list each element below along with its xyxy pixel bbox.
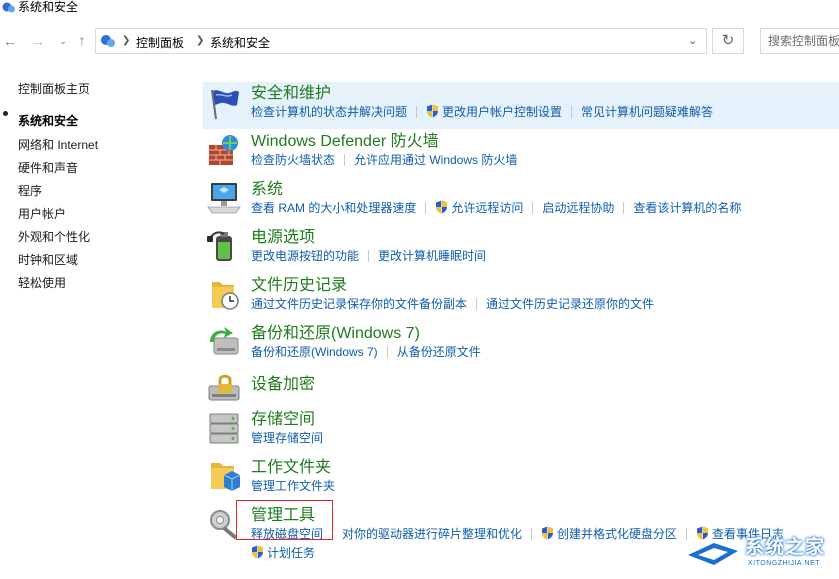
link-view-ram[interactable]: 查看 RAM 的大小和处理器速度 (251, 201, 416, 215)
sidebar-item-hardware-sound[interactable]: 硬件和声音 (18, 159, 78, 176)
control-panel-icon (101, 35, 115, 47)
link-manage-work-folders[interactable]: 管理工作文件夹 (251, 479, 335, 493)
sidebar-item-system-security[interactable]: 系统和安全 (18, 112, 78, 129)
category-title-device-encryption[interactable]: 设备加密 (251, 376, 315, 394)
recent-locations-chevron-icon[interactable]: ⌄ (57, 33, 69, 49)
encryption-icon (208, 374, 240, 401)
address-dropdown-chevron-icon[interactable]: ⌄ (688, 34, 697, 47)
sidebar-item-ease-of-access[interactable]: 轻松使用 (18, 274, 66, 291)
category-title-file-history[interactable]: 文件历史记录 (251, 277, 347, 295)
up-button[interactable]: ↑ (74, 32, 90, 48)
address-bar[interactable] (95, 28, 707, 54)
flag-icon (211, 89, 239, 120)
link-restore-files[interactable]: 通过文件历史记录还原你的文件 (486, 297, 654, 311)
category-title-work-folders[interactable]: 工作文件夹 (251, 459, 331, 477)
category-links-admin-tools-row2: 计划任务 (251, 545, 315, 561)
category-title-backup-restore[interactable]: 备份和还原(Windows 7) (251, 325, 420, 343)
uac-shield-icon (435, 200, 448, 214)
category-title-security-maintenance[interactable]: 安全和维护 (251, 85, 331, 103)
annotation-highlight-box (236, 500, 333, 540)
uac-shield-icon (426, 104, 439, 118)
breadcrumb-separator-icon[interactable]: ❯ (122, 35, 130, 46)
power-icon (207, 231, 232, 261)
control-panel-icon (2, 2, 15, 13)
backup-icon (210, 327, 239, 355)
category-links-work-folders: 管理工作文件夹 (251, 478, 335, 494)
search-input[interactable]: 搜索控制面板 (760, 28, 839, 54)
link-defragment[interactable]: 对你的驱动器进行碎片整理和优化 (342, 527, 522, 541)
uac-shield-icon (251, 545, 264, 559)
breadcrumb-separator-icon[interactable]: ❯ (196, 35, 204, 46)
sidebar-item-appearance[interactable]: 外观和个性化 (18, 228, 90, 245)
sidebar-item-network[interactable]: 网络和 Internet (18, 136, 98, 153)
breadcrumb-system-security[interactable]: 系统和安全 (210, 34, 270, 51)
link-firewall-status[interactable]: 检查防火墙状态 (251, 153, 335, 167)
sidebar-home-link[interactable]: 控制面板主页 (18, 80, 90, 97)
link-remote-assistance[interactable]: 启动远程协助 (542, 201, 614, 215)
computer-icon (207, 183, 241, 214)
category-links-system: 查看 RAM 的大小和处理器速度 允许远程访问 启动远程协助 查看该计算机的名称 (251, 200, 741, 216)
refresh-button[interactable]: ↻ (712, 28, 744, 54)
firewall-icon (209, 135, 238, 165)
category-links-file-history: 通过文件历史记录保存你的文件备份副本 通过文件历史记录还原你的文件 (251, 296, 654, 312)
category-title-storage-spaces[interactable]: 存储空间 (251, 411, 315, 429)
link-create-partitions[interactable]: 创建并格式化硬盘分区 (557, 527, 677, 541)
breadcrumb-control-panel[interactable]: 控制面板 (136, 34, 184, 51)
category-links-security: 检查计算机的状态并解决问题 更改用户帐户控制设置 常见计算机问题疑难解答 (251, 104, 713, 120)
watermark-text: 系统之家 (745, 537, 826, 558)
file-history-icon (212, 282, 239, 310)
link-allow-app-firewall[interactable]: 允许应用通过 Windows 防火墙 (354, 153, 517, 167)
link-sleep-time[interactable]: 更改计算机睡眠时间 (378, 249, 486, 263)
forward-button[interactable]: → (30, 33, 46, 49)
sidebar-item-clock-region[interactable]: 时钟和区域 (18, 251, 78, 268)
link-backup-restore[interactable]: 备份和还原(Windows 7) (251, 345, 378, 359)
sidebar-item-user-accounts[interactable]: 用户帐户 (18, 205, 66, 222)
link-check-status[interactable]: 检查计算机的状态并解决问题 (251, 105, 407, 119)
link-restore-from-backup[interactable]: 从备份还原文件 (397, 345, 481, 359)
link-manage-storage[interactable]: 管理存储空间 (251, 431, 323, 445)
back-button[interactable]: ← (2, 33, 18, 49)
selected-bullet-icon (3, 111, 8, 116)
link-backup-copies[interactable]: 通过文件历史记录保存你的文件备份副本 (251, 297, 467, 311)
storage-icon (209, 413, 239, 444)
link-uac-settings[interactable]: 更改用户帐户控制设置 (442, 105, 562, 119)
link-allow-remote-access[interactable]: 允许远程访问 (451, 201, 523, 215)
category-links-backup: 备份和还原(Windows 7) 从备份还原文件 (251, 344, 481, 360)
sidebar-item-programs[interactable]: 程序 (18, 182, 42, 199)
category-links-power: 更改电源按钮的功能 更改计算机睡眠时间 (251, 248, 486, 264)
category-title-power[interactable]: 电源选项 (251, 229, 315, 247)
uac-shield-icon (541, 526, 554, 540)
link-computer-name[interactable]: 查看该计算机的名称 (633, 201, 741, 215)
link-power-button[interactable]: 更改电源按钮的功能 (251, 249, 359, 263)
title-bar: 系统和安全 (0, 0, 839, 22)
category-links-firewall: 检查防火墙状态 允许应用通过 Windows 防火墙 (251, 152, 517, 168)
category-title-system[interactable]: 系统 (251, 181, 283, 199)
watermark-subtext: XITONGZHIJIA.NET (748, 560, 821, 567)
category-title-firewall[interactable]: Windows Defender 防火墙 (251, 133, 439, 151)
link-schedule-tasks[interactable]: 计划任务 (267, 546, 315, 560)
window-title: 系统和安全 (18, 0, 79, 14)
link-troubleshoot[interactable]: 常见计算机问题疑难解答 (581, 105, 713, 119)
category-links-storage: 管理存储空间 (251, 430, 323, 446)
work-folders-icon (211, 463, 241, 491)
